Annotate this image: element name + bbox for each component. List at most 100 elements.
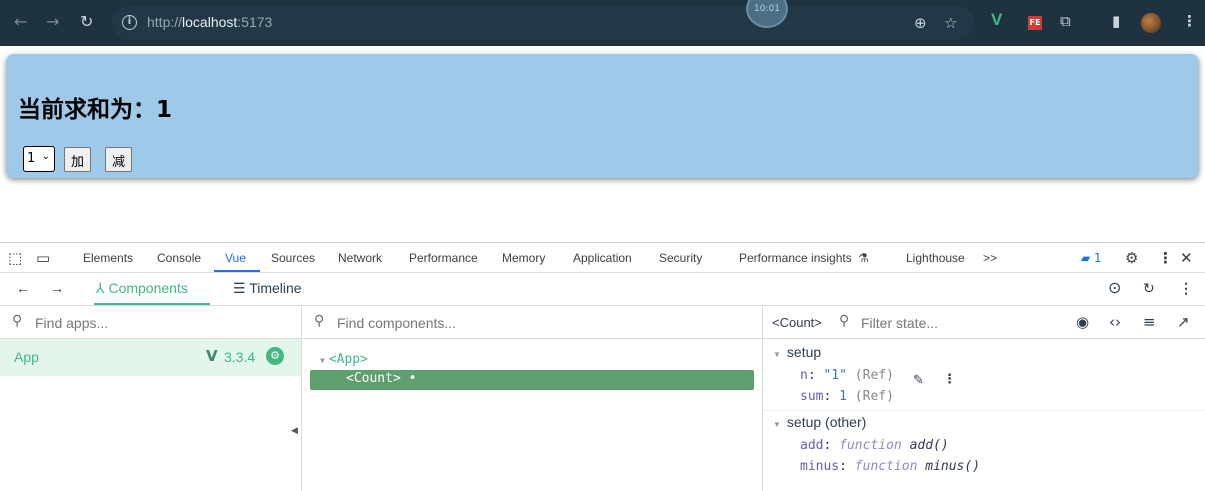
tab-sources[interactable]: Sources: [271, 251, 315, 265]
section-setup[interactable]: ▼ setup: [773, 344, 821, 360]
vue-version: 3.3.4: [224, 349, 256, 365]
forward-icon[interactable]: →: [50, 280, 64, 296]
tab-network[interactable]: Network: [338, 251, 382, 265]
devtools-panel: ⬚ ▭ Elements Console Vue Sources Network…: [0, 242, 1205, 491]
section-label: setup (other): [786, 414, 867, 430]
devtools-tabbar: ⬚ ▭ Elements Console Vue Sources Network…: [0, 243, 1205, 273]
site-info-icon[interactable]: i: [122, 15, 137, 30]
puzzle-icon[interactable]: ⧉: [1060, 12, 1071, 30]
add-button[interactable]: 加: [64, 147, 92, 172]
select-component-icon[interactable]: ⊙: [1108, 278, 1121, 298]
tab-timeline[interactable]: ☰ Timeline: [233, 280, 302, 297]
search-icon: ⚲: [12, 313, 23, 329]
more-tabs-button[interactable]: >>: [983, 251, 997, 265]
collapse-pane-icon[interactable]: ◀: [291, 426, 298, 436]
sidepanel-icon[interactable]: ▮: [1112, 12, 1120, 30]
tab-security[interactable]: Security: [659, 251, 702, 265]
search-icon: ⚲: [839, 313, 850, 329]
edit-pencil-icon[interactable]: ✎: [913, 373, 924, 388]
tab-components[interactable]: ⅄ Components: [96, 280, 188, 297]
gear-icon[interactable]: ⚙: [1125, 249, 1138, 267]
divider: [763, 410, 1205, 411]
tree-node-app[interactable]: ▼ <App>: [320, 352, 368, 367]
tab-memory[interactable]: Memory: [502, 251, 545, 265]
search-icon: ⚲: [314, 313, 325, 329]
active-tab-indicator: [214, 270, 260, 272]
prop-value: 1: [839, 389, 847, 404]
find-components-search[interactable]: ⚲ Find components...: [302, 306, 762, 339]
prop-value: "1": [823, 368, 847, 383]
tree-node-label: <App>: [328, 352, 368, 367]
address-bar[interactable]: i http://localhost:5173 ⊕ ☆: [112, 6, 974, 40]
tab-console[interactable]: Console: [157, 251, 201, 265]
state-prop-n[interactable]: n: "1" (Ref): [800, 368, 894, 383]
kebab-menu-icon[interactable]: ⋮: [1158, 249, 1173, 267]
app-settings-icon[interactable]: ⚙: [266, 347, 284, 365]
browser-toolbar: ← → ↻ i http://localhost:5173 ⊕ ☆ 10:01 …: [0, 0, 1205, 46]
kebab-menu-icon[interactable]: ⋮: [1179, 280, 1193, 297]
active-tab-indicator: [94, 303, 210, 305]
star-icon[interactable]: ☆: [944, 14, 957, 32]
tab-performance[interactable]: Performance: [409, 251, 478, 265]
components-icon: ⅄: [96, 280, 109, 296]
vue-devtools-toolbar: ← → ⅄ Components ☰ Timeline ⊙ ↻ ⋮: [0, 273, 1205, 306]
prop-key: add: [800, 438, 824, 453]
state-prop-add[interactable]: add: function add(): [800, 438, 949, 453]
back-icon[interactable]: ←: [16, 280, 30, 296]
eye-icon[interactable]: ◉: [1076, 313, 1089, 331]
forward-icon[interactable]: →: [46, 12, 59, 31]
issues-count: 1: [1094, 251, 1102, 265]
step-select[interactable]: 1 ⌄: [23, 146, 55, 172]
prop-keyword: function: [854, 459, 918, 474]
app-name: App: [14, 349, 39, 365]
device-toolbar-icon[interactable]: ▭: [36, 249, 50, 267]
avatar[interactable]: [1141, 13, 1161, 33]
collapse-all-icon[interactable]: ≡: [1143, 313, 1156, 331]
section-label: setup: [786, 344, 822, 360]
state-prop-sum[interactable]: sum: 1 (Ref): [800, 389, 894, 404]
vue-devtools-extension-icon[interactable]: V: [991, 10, 1002, 30]
tab-application[interactable]: Application: [573, 251, 632, 265]
find-apps-input[interactable]: Find apps...: [35, 315, 108, 331]
prop-key: n: [800, 368, 808, 383]
tab-performance-insights[interactable]: Performance insights: [739, 251, 852, 265]
back-icon[interactable]: ←: [14, 12, 27, 31]
open-in-editor-icon[interactable]: ↗: [1177, 313, 1190, 331]
filter-state-input[interactable]: Filter state...: [861, 315, 938, 331]
reload-icon[interactable]: ↻: [80, 12, 93, 31]
prop-key: minus: [800, 459, 840, 474]
minus-button[interactable]: 减: [105, 147, 133, 172]
tab-vue[interactable]: Vue: [225, 251, 246, 265]
inspect-element-icon[interactable]: ⬚: [8, 249, 22, 267]
expand-arrow-icon: ▼: [773, 420, 781, 429]
tree-node-count-selected[interactable]: <Count> •: [310, 370, 754, 390]
timeline-label: Timeline: [249, 280, 302, 296]
state-header: <Count> ⚲ Filter state... ◉ ‹› ≡ ↗: [763, 306, 1205, 339]
code-icon[interactable]: ‹›: [1109, 313, 1121, 331]
find-apps-search[interactable]: ⚲ Find apps...: [0, 306, 301, 339]
expand-arrow-icon[interactable]: ▼: [320, 356, 325, 365]
tab-lighthouse[interactable]: Lighthouse: [906, 251, 965, 265]
issues-badge[interactable]: ▰ 1: [1081, 251, 1102, 265]
vue-logo-icon: V: [206, 347, 218, 365]
prop-keyword: function: [839, 438, 902, 453]
page-content: 当前求和为：1 1 ⌄ 加 减: [0, 46, 1205, 242]
flask-icon: ⚗: [858, 251, 869, 265]
sum-heading: 当前求和为：1: [18, 97, 173, 123]
menu-icon[interactable]: ⋮: [1182, 12, 1197, 30]
zoom-icon[interactable]: ⊕: [914, 14, 927, 32]
close-icon[interactable]: ✕: [1180, 249, 1193, 267]
prop-key: sum: [800, 389, 824, 404]
apps-pane: ⚲ Find apps... App V 3.3.4 ⚙ ◀: [0, 306, 302, 491]
section-setup-other[interactable]: ▼ setup (other): [773, 414, 866, 430]
state-prop-minus[interactable]: minus: function minus(): [800, 459, 980, 474]
fe-extension-icon[interactable]: FE: [1028, 16, 1042, 30]
url-text: http://localhost:5173: [147, 14, 273, 30]
tab-elements[interactable]: Elements: [83, 251, 133, 265]
prop-value: minus(): [925, 459, 981, 474]
count-component: 当前求和为：1 1 ⌄ 加 减: [6, 54, 1199, 178]
more-actions-icon[interactable]: ⋮: [943, 372, 956, 387]
find-components-input[interactable]: Find components...: [337, 315, 456, 331]
refresh-icon[interactable]: ↻: [1143, 280, 1155, 297]
app-list-item[interactable]: App V 3.3.4 ⚙: [0, 339, 301, 376]
